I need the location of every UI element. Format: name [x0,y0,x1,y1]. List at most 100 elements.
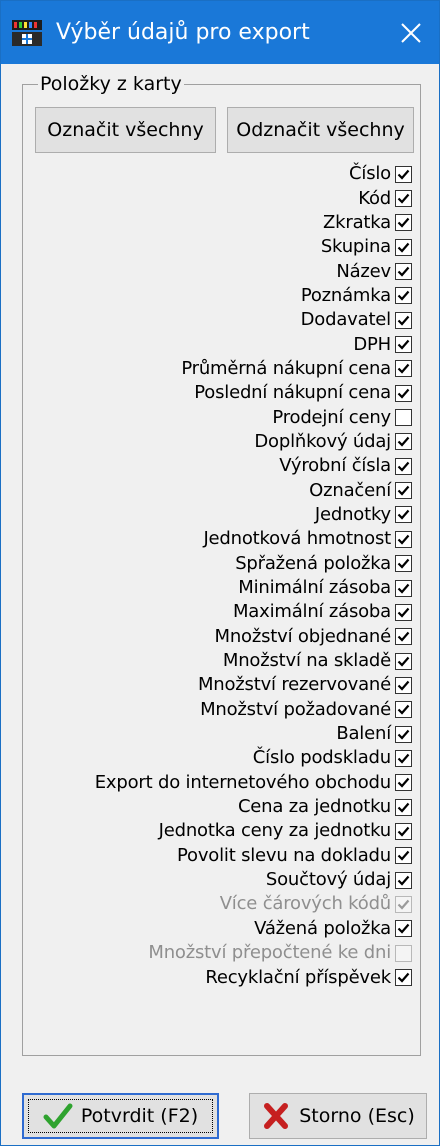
checkbox-row[interactable]: Číslo podskladu [23,746,422,770]
checkbox-row[interactable]: Číslo [23,162,422,186]
check-icon [397,193,410,204]
close-icon [401,22,421,43]
checkbox[interactable] [395,238,412,256]
checkbox[interactable] [395,798,412,816]
cross-icon [264,1103,289,1129]
checkbox[interactable] [395,555,412,573]
checkbox[interactable] [395,652,412,670]
checkbox-row[interactable]: Vážená položka [23,917,422,941]
checkbox-row[interactable]: Dodavatel [23,308,422,332]
checkbox[interactable] [395,628,412,646]
checkbox-row[interactable]: Spřažená položka [23,552,422,576]
check-icon [397,558,410,569]
checkbox-row[interactable]: Recyklační příspěvek [23,965,422,989]
checkbox[interactable] [395,165,412,183]
checkbox[interactable] [395,701,412,719]
cancel-button[interactable]: Storno (Esc) [249,1093,427,1139]
checkbox-label: Maximální zásoba [232,601,391,623]
checkbox[interactable] [395,676,412,694]
checkbox[interactable] [395,384,412,402]
checkbox[interactable] [395,603,412,621]
checkbox-row[interactable]: Poznámka [23,284,422,308]
checkbox[interactable] [395,287,412,305]
checkbox-label: Spřažená položka [235,552,391,574]
checkbox-row[interactable]: Množství na skladě [23,649,422,673]
select-all-button[interactable]: Označit všechny [35,107,216,153]
checkbox-row[interactable]: Poslední nákupní cena [23,381,422,405]
checkbox-row[interactable]: Množství požadované [23,698,422,722]
checkbox[interactable] [395,749,412,767]
confirm-button[interactable]: Potvrdit (F2) [22,1093,219,1139]
checkbox-label: Množství přepočtené ke dni [148,942,391,964]
deselect-all-button[interactable]: Odznačit všechny [227,107,414,153]
checkbox-label: Množství objednané [214,625,392,647]
checkbox-row[interactable]: Maximální zásoba [23,600,422,624]
checkbox-label: Průměrná nákupní cena [181,357,391,379]
checkbox-row[interactable]: Množství objednané [23,625,422,649]
checkbox-row[interactable]: Skupina [23,235,422,259]
checkbox-label: Skupina [320,236,391,258]
check-icon [397,266,410,277]
checkbox[interactable] [395,530,412,548]
checkbox[interactable] [395,579,412,597]
checkbox-label: Množství na skladě [222,650,391,672]
checkbox[interactable] [395,190,412,208]
checkbox-row[interactable]: DPH [23,332,422,356]
checkbox-row[interactable]: Jednotka ceny za jednotku [23,819,422,843]
checkbox[interactable] [395,433,412,451]
checkbox-row[interactable]: Minimální zásoba [23,576,422,600]
checkbox-row[interactable]: Balení [23,722,422,746]
checkbox[interactable] [395,506,412,524]
checkbox-label: Poslední nákupní cena [194,382,391,404]
checkbox-row[interactable]: Průměrná nákupní cena [23,357,422,381]
checkbox-label: DPH [353,333,391,355]
checkbox-label: Více čárových kódů [219,893,392,915]
checkbox-row[interactable]: Export do internetového obchodu [23,771,422,795]
checkbox[interactable] [395,214,412,232]
checkbox[interactable] [395,409,412,427]
checkbox[interactable] [395,263,412,281]
check-icon [397,802,410,813]
title-bar[interactable]: Výběr údajů pro export [1,1,439,64]
check-icon [397,631,410,642]
checkbox-row[interactable]: Název [23,259,422,283]
checkbox[interactable] [395,482,412,500]
checkbox-row[interactable]: Jednotková hmotnost [23,527,422,551]
check-icon [397,875,410,886]
checkbox-row[interactable]: Zkratka [23,211,422,235]
checkbox-row[interactable]: Prodejní ceny [23,405,422,429]
checkbox-row[interactable]: Doplňkový údaj [23,430,422,454]
checkbox-row[interactable]: Jednotky [23,503,422,527]
check-icon [397,924,410,934]
checkbox-row[interactable]: Výrobní čísla [23,454,422,478]
check-icon [397,534,410,545]
checkbox[interactable] [395,360,412,378]
checkbox[interactable] [395,725,412,743]
cancel-label: Storno (Esc) [299,1105,415,1127]
check-icon [397,485,410,496]
checkbox[interactable] [395,920,412,938]
checkbox[interactable] [395,336,412,354]
check-icon [397,705,410,715]
checkbox[interactable] [395,774,412,792]
checkbox-label: Jednotky [314,503,391,525]
checkbox-row[interactable]: Součtový údaj [23,868,422,892]
checkbox-row[interactable]: Povolit slevu na dokladu [23,844,422,868]
checkbox[interactable] [395,457,412,475]
check-icon [397,510,410,521]
checkbox[interactable] [395,871,412,889]
checkbox-row[interactable]: Kód [23,186,422,210]
checkbox[interactable] [395,969,412,987]
checkbox[interactable] [395,822,412,840]
close-button[interactable] [383,1,439,64]
checkbox-label: Recyklační příspěvek [205,966,391,988]
check-icon [397,899,410,910]
checkbox-row[interactable]: Označení [23,478,422,502]
checkbox-label: Množství požadované [200,698,391,720]
checkbox[interactable] [395,847,412,865]
checkbox-row[interactable]: Množství rezervované [23,673,422,697]
checkbox-row[interactable]: Cena za jednotku [23,795,422,819]
checkbox[interactable] [395,311,412,329]
check-icon [397,753,410,764]
app-icon [12,19,42,46]
